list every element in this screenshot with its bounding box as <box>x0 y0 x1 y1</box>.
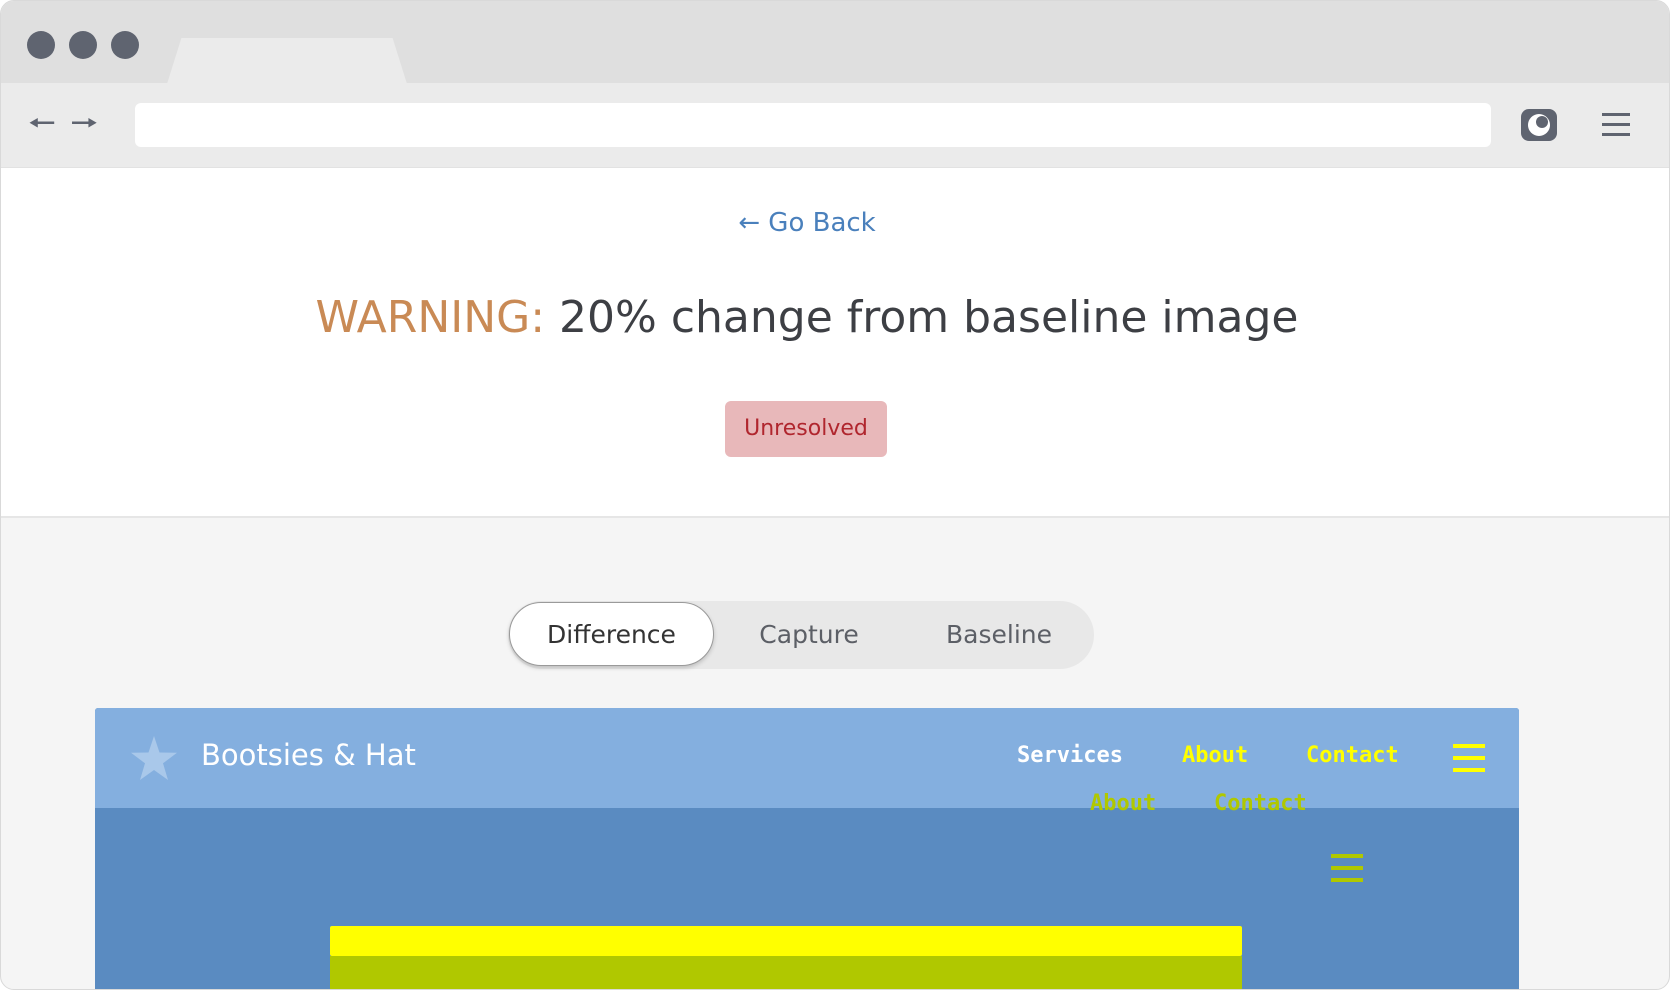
window-dot-icon[interactable] <box>69 31 97 59</box>
window-dot-icon[interactable] <box>27 31 55 59</box>
baseline-hamburger-icon <box>1331 854 1363 882</box>
result-header: ← Go Back WARNING: 20% change from basel… <box>1 168 1669 518</box>
preview-nav-contact[interactable]: Contact <box>1306 743 1399 768</box>
preview-hamburger-icon[interactable] <box>1453 744 1485 774</box>
title-bar <box>1 1 1669 84</box>
browser-tab[interactable] <box>167 38 407 84</box>
view-toggle: Difference Capture Baseline <box>508 601 1094 669</box>
tab-difference[interactable]: Difference <box>509 602 714 666</box>
preview-nav-about[interactable]: About <box>1182 743 1248 768</box>
diff-highlight-capture <box>330 926 1242 956</box>
window-dot-icon[interactable] <box>111 31 139 59</box>
arrow-right-icon[interactable]: 🠒 <box>71 109 97 139</box>
hamburger-menu-icon[interactable] <box>1602 111 1630 139</box>
browser-toolbar: 🠐 🠒 <box>1 83 1669 168</box>
warning-message: 20% change from baseline image <box>559 292 1299 343</box>
preview-brand: Bootsies & Hat <box>201 738 416 772</box>
arrow-left-icon[interactable]: 🠐 <box>29 109 55 139</box>
baseline-nav-contact: Contact <box>1214 791 1307 816</box>
tab-baseline[interactable]: Baseline <box>904 601 1094 669</box>
go-back-link[interactable]: ← Go Back <box>1 208 1613 238</box>
warning-label: WARNING: <box>315 292 546 343</box>
camera-eye-icon[interactable] <box>1520 108 1558 142</box>
url-input[interactable] <box>135 103 1491 147</box>
diff-preview: Bootsies & Hat Services About Contact Ab… <box>95 708 1519 989</box>
baseline-nav-about: About <box>1090 791 1157 816</box>
preview-nav-services[interactable]: Services <box>1017 743 1123 768</box>
diff-highlight-baseline <box>330 956 1242 989</box>
star-icon <box>131 736 177 780</box>
page-title: WARNING: 20% change from baseline image <box>1 292 1613 343</box>
tab-capture[interactable]: Capture <box>714 601 904 669</box>
browser-window: 🠐 🠒 ← Go Back WARNING: 20% change from b… <box>0 0 1670 990</box>
status-badge[interactable]: Unresolved <box>725 401 887 457</box>
